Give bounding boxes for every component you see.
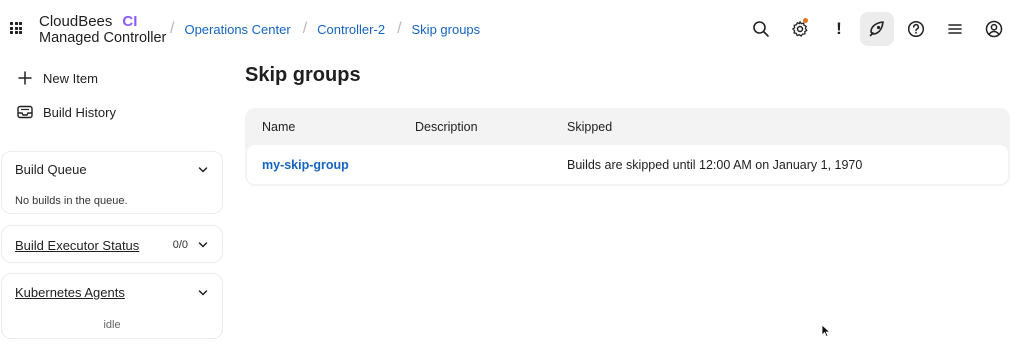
skip-group-skipped: Builds are skipped until 12:00 AM on Jan… <box>567 158 863 172</box>
kubernetes-idle-text: idle <box>103 319 121 331</box>
breadcrumb-controller[interactable]: Controller-2 <box>317 22 385 37</box>
breadcrumb-separator: / <box>397 20 402 37</box>
skip-groups-table: Name Description Skipped my-skip-group B… <box>245 108 1010 186</box>
build-queue-title[interactable]: Build Queue <box>15 162 87 177</box>
notification-dot <box>803 18 808 23</box>
chevron-down-icon[interactable] <box>198 165 208 175</box>
chevron-down-icon[interactable] <box>198 240 208 250</box>
rocket-icon[interactable] <box>860 12 894 46</box>
top-header: CloudBees CI Managed Controller / Operat… <box>0 0 1024 58</box>
gear-icon[interactable] <box>785 14 815 44</box>
column-header-skipped[interactable]: Skipped <box>567 120 612 134</box>
build-queue-card: Build Queue No builds in the queue. <box>1 151 223 214</box>
build-history-label: Build History <box>43 104 116 120</box>
breadcrumb-operations-center[interactable]: Operations Center <box>184 22 290 37</box>
page-title: Skip groups <box>245 64 361 86</box>
column-header-name[interactable]: Name <box>262 120 295 134</box>
plus-icon <box>17 70 33 86</box>
brand-ci: CI <box>122 13 138 30</box>
new-item-link[interactable]: New Item <box>17 70 98 86</box>
build-queue-empty-text: No builds in the queue. <box>15 195 128 207</box>
kubernetes-agents-title[interactable]: Kubernetes Agents <box>15 285 125 300</box>
new-item-label: New Item <box>43 70 98 86</box>
column-header-description[interactable]: Description <box>415 120 478 134</box>
help-icon[interactable] <box>901 14 931 44</box>
executor-status-card: Build Executor Status 0/0 <box>1 225 223 263</box>
build-history-link[interactable]: Build History <box>17 104 116 120</box>
brand-subtitle: Managed Controller <box>39 30 167 46</box>
apps-grid-icon[interactable] <box>10 22 22 34</box>
inbox-icon <box>17 104 33 120</box>
breadcrumb-skip-groups[interactable]: Skip groups <box>412 22 481 37</box>
brand-name: CloudBees <box>39 13 113 30</box>
mouse-cursor-icon <box>821 324 831 338</box>
breadcrumb-separator: / <box>170 20 175 37</box>
executor-count: 0/0 <box>172 239 188 251</box>
table-row: my-skip-group Builds are skipped until 1… <box>247 145 1008 184</box>
kubernetes-agents-card: Kubernetes Agents idle <box>1 273 223 339</box>
user-icon[interactable] <box>979 14 1009 44</box>
exclamation-icon[interactable]: ! <box>824 14 854 44</box>
brand-logo[interactable]: CloudBees CI Managed Controller <box>39 13 166 47</box>
skip-group-name-link[interactable]: my-skip-group <box>262 158 349 172</box>
breadcrumb-separator: / <box>302 20 308 37</box>
executor-status-title[interactable]: Build Executor Status <box>15 238 139 253</box>
search-icon[interactable] <box>746 14 776 44</box>
breadcrumb: / Operations Center / Controller-2 / Ski… <box>166 20 488 38</box>
menu-icon[interactable] <box>940 14 970 44</box>
chevron-down-icon[interactable] <box>198 288 208 298</box>
